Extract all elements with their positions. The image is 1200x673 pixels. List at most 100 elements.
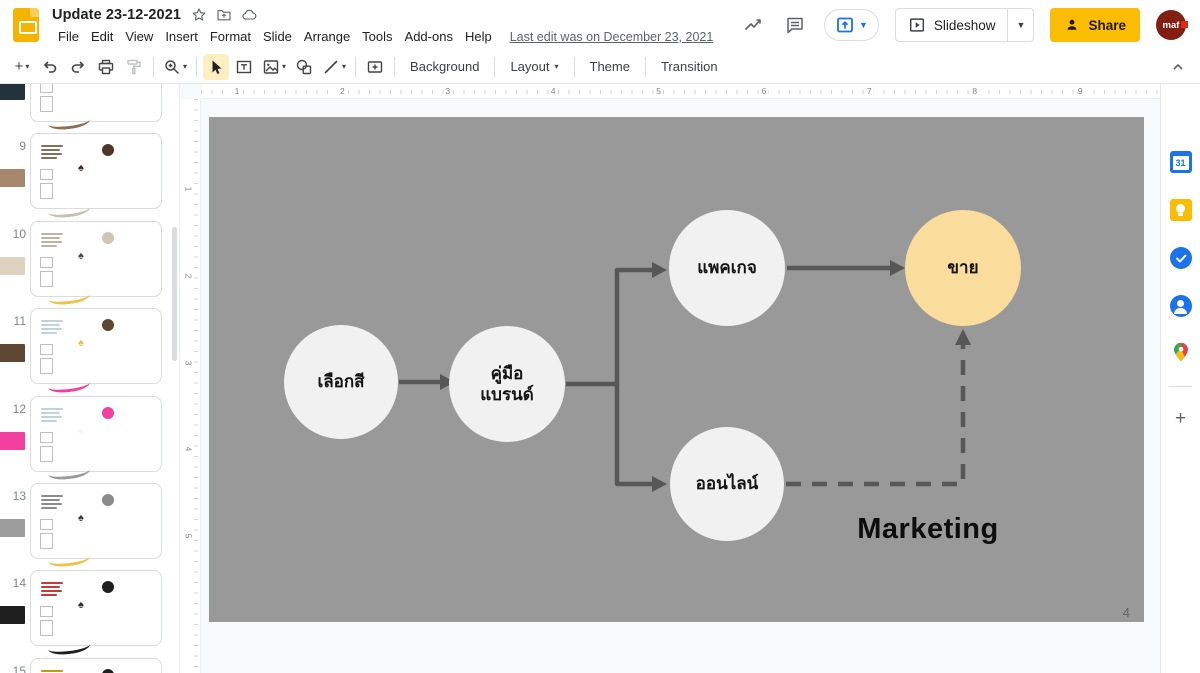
ruler-number: 1: [183, 185, 193, 194]
menu-file[interactable]: File: [52, 27, 85, 46]
slideshow-dropdown-caret[interactable]: ▼: [1007, 9, 1033, 41]
theme-button[interactable]: Theme: [580, 54, 640, 80]
menu-arrange[interactable]: Arrange: [298, 27, 356, 46]
slide-thumbnail-card[interactable]: ♠: [30, 308, 162, 384]
google-maps-icon[interactable]: [1168, 339, 1194, 365]
present-icon: [835, 15, 855, 35]
star-icon[interactable]: [191, 7, 207, 23]
app-header: Update 23-12-2021 File Edit View Insert …: [0, 0, 1200, 50]
google-tasks-icon[interactable]: [1168, 245, 1194, 271]
menu-slide[interactable]: Slide: [257, 27, 298, 46]
ruler-number: 7: [865, 86, 874, 96]
ruler-number: 3: [443, 86, 452, 96]
slide-canvas[interactable]: เลือกสี คู่มือ แบรนด์ แพคเกจ ขาย ออนไลน์…: [209, 117, 1144, 622]
slide-thumbnail-number: 15: [4, 664, 26, 673]
slide-thumbnail-number: 11: [4, 314, 26, 328]
slide-thumbnail[interactable]: 9 ♠: [0, 133, 179, 211]
move-folder-icon[interactable]: [216, 7, 232, 23]
insert-shape-button[interactable]: [291, 54, 317, 80]
comment-history-icon[interactable]: [782, 12, 808, 38]
slideshow-icon: [908, 16, 926, 34]
flow-node-package[interactable]: แพคเกจ: [669, 210, 785, 326]
google-keep-icon[interactable]: [1168, 197, 1194, 223]
ruler-number: 6: [760, 86, 769, 96]
layout-button[interactable]: Layout▾: [500, 54, 568, 80]
menu-format[interactable]: Format: [204, 27, 257, 46]
paint-format-button[interactable]: [121, 54, 147, 80]
menu-bar: File Edit View Insert Format Slide Arran…: [52, 27, 740, 47]
select-tool-button[interactable]: [203, 54, 229, 80]
flow-node-choose-color[interactable]: เลือกสี: [284, 325, 398, 439]
slides-home-button[interactable]: [0, 0, 52, 50]
ruler-number: 4: [183, 445, 193, 454]
google-contacts-icon[interactable]: [1168, 293, 1194, 319]
slide-thumbnail-card[interactable]: ♠: [30, 84, 162, 122]
menu-addons[interactable]: Add-ons: [399, 27, 459, 46]
ruler-number: 5: [183, 532, 193, 541]
edit-toolbar: +▾ ▾ ▾ ▾ Background Layout▾ Theme Transi…: [0, 50, 1200, 84]
print-button[interactable]: [93, 54, 119, 80]
side-panel-divider: [1169, 386, 1192, 387]
slide-thumbnail[interactable]: 12 ♠: [0, 396, 179, 474]
slide-thumbnail-card[interactable]: ♠: [30, 396, 162, 472]
google-slides-logo-icon: [13, 8, 39, 42]
activity-dashboard-icon[interactable]: [740, 12, 766, 38]
slide-thumbnail[interactable]: 13 ♠: [0, 483, 179, 561]
document-title[interactable]: Update 23-12-2021: [52, 7, 181, 23]
slide-thumbnail[interactable]: 11 ♠: [0, 308, 179, 386]
slide-thumbnail-card[interactable]: ♠: [30, 570, 162, 646]
transition-button[interactable]: Transition: [651, 54, 728, 80]
slideshow-button[interactable]: Slideshow: [896, 9, 1008, 41]
last-edit-link[interactable]: Last edit was on December 23, 2021: [510, 30, 714, 44]
account-avatar[interactable]: maf: [1156, 10, 1186, 40]
redo-button[interactable]: [65, 54, 91, 80]
menu-insert[interactable]: Insert: [159, 27, 204, 46]
zoom-button[interactable]: ▾: [160, 54, 190, 80]
slideshow-button-group: Slideshow ▼: [895, 8, 1035, 42]
flow-node-brand-manual[interactable]: คู่มือ แบรนด์: [449, 326, 565, 442]
avatar-status-badge: [1181, 21, 1188, 28]
insert-line-button[interactable]: ▾: [319, 54, 349, 80]
filmstrip-scrollbar[interactable]: [172, 227, 177, 361]
insert-image-button[interactable]: ▾: [259, 54, 289, 80]
slide-thumbnail-number: 13: [4, 489, 26, 503]
text-box-button[interactable]: [231, 54, 257, 80]
ruler-number: 3: [183, 358, 193, 367]
slide-thumbnail-card[interactable]: ♠: [30, 133, 162, 209]
slide-thumbnail-number: 10: [4, 227, 26, 241]
slide-thumbnail-card[interactable]: ♠: [30, 483, 162, 559]
chevron-up-icon: [1170, 59, 1186, 75]
slide-thumbnail-number: 14: [4, 576, 26, 590]
flow-node-online[interactable]: ออนไลน์: [670, 427, 784, 541]
ruler-number: 4: [549, 86, 558, 96]
cloud-saved-icon[interactable]: [241, 7, 258, 23]
menu-help[interactable]: Help: [459, 27, 498, 46]
ruler-number: 5: [654, 86, 663, 96]
marketing-text[interactable]: Marketing: [808, 513, 1048, 546]
present-button[interactable]: ▼: [824, 9, 879, 41]
flow-node-sell[interactable]: ขาย: [905, 210, 1021, 326]
ruler-number: 1: [233, 86, 242, 96]
slide-thumbnail[interactable]: 14 ♠: [0, 570, 179, 648]
menu-edit[interactable]: Edit: [85, 27, 119, 46]
editing-workspace: 123456789 12345: [180, 84, 1160, 673]
slide-thumbnail[interactable]: 15 ♠: [0, 658, 179, 673]
background-button[interactable]: Background: [400, 54, 489, 80]
ruler-number: 2: [338, 86, 347, 96]
undo-button[interactable]: [37, 54, 63, 80]
ruler-number: 9: [1076, 86, 1085, 96]
menu-tools[interactable]: Tools: [356, 27, 398, 46]
google-slides-app: Update 23-12-2021 File Edit View Insert …: [0, 0, 1200, 673]
share-button[interactable]: Share: [1050, 8, 1140, 42]
slide-thumbnail-card[interactable]: ♠: [30, 221, 162, 297]
google-calendar-icon[interactable]: 31: [1168, 149, 1194, 175]
slide-thumbnail-card[interactable]: ♠: [30, 658, 162, 673]
insert-text-box-button[interactable]: [362, 54, 388, 80]
present-dropdown-caret[interactable]: ▼: [859, 20, 868, 30]
collapse-toolbar-button[interactable]: [1165, 54, 1191, 80]
get-add-ons-icon[interactable]: +: [1175, 408, 1186, 430]
horizontal-ruler: 123456789: [201, 84, 1160, 99]
slide-thumbnail[interactable]: 10 ♠: [0, 221, 179, 299]
menu-view[interactable]: View: [119, 27, 159, 46]
new-slide-button[interactable]: +▾: [9, 54, 35, 80]
